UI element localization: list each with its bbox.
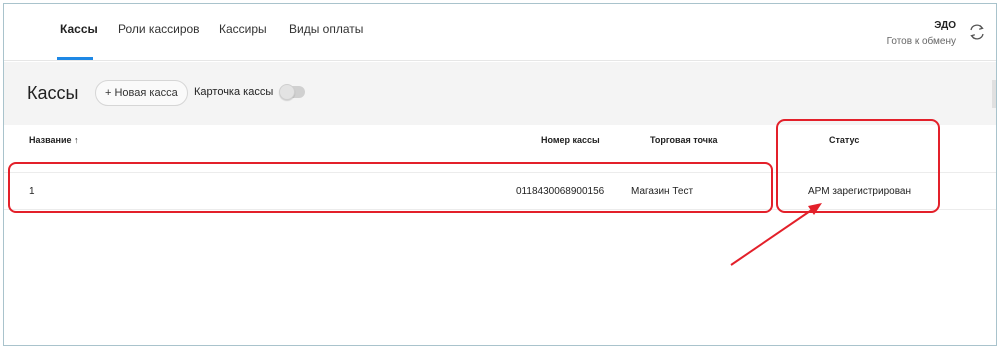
tab-cashiers[interactable]: Кассиры <box>219 22 267 36</box>
edo-title: ЭДО <box>934 20 956 31</box>
annotation-row-highlight <box>8 162 773 213</box>
tab-cashier-roles[interactable]: Роли кассиров <box>118 22 200 36</box>
toggle-knob <box>279 84 295 100</box>
new-register-button[interactable]: + Новая касса <box>95 80 188 106</box>
card-toggle[interactable] <box>279 84 305 100</box>
annotation-status-highlight <box>776 119 940 213</box>
edo-status-text: Готов к обмену <box>886 36 956 47</box>
column-header-shop: Торговая точка <box>650 135 718 145</box>
active-tab-indicator <box>57 57 93 60</box>
sync-icon[interactable] <box>967 22 987 42</box>
tab-kassy[interactable]: Кассы <box>60 22 98 36</box>
column-header-name[interactable]: Название ↑ <box>29 135 78 145</box>
card-toggle-label: Карточка кассы <box>194 86 274 98</box>
page-title: Кассы <box>27 83 79 103</box>
edo-status-block: ЭДО Готов к обмену <box>887 20 956 47</box>
top-navigation: Кассы Роли кассиров Кассиры Виды оплаты … <box>4 4 996 61</box>
tab-payment-types[interactable]: Виды оплаты <box>289 22 363 36</box>
column-header-number: Номер кассы <box>541 135 600 145</box>
toolbar: Кассы + Новая касса Карточка кассы <box>4 62 996 125</box>
scroll-edge <box>992 80 996 108</box>
